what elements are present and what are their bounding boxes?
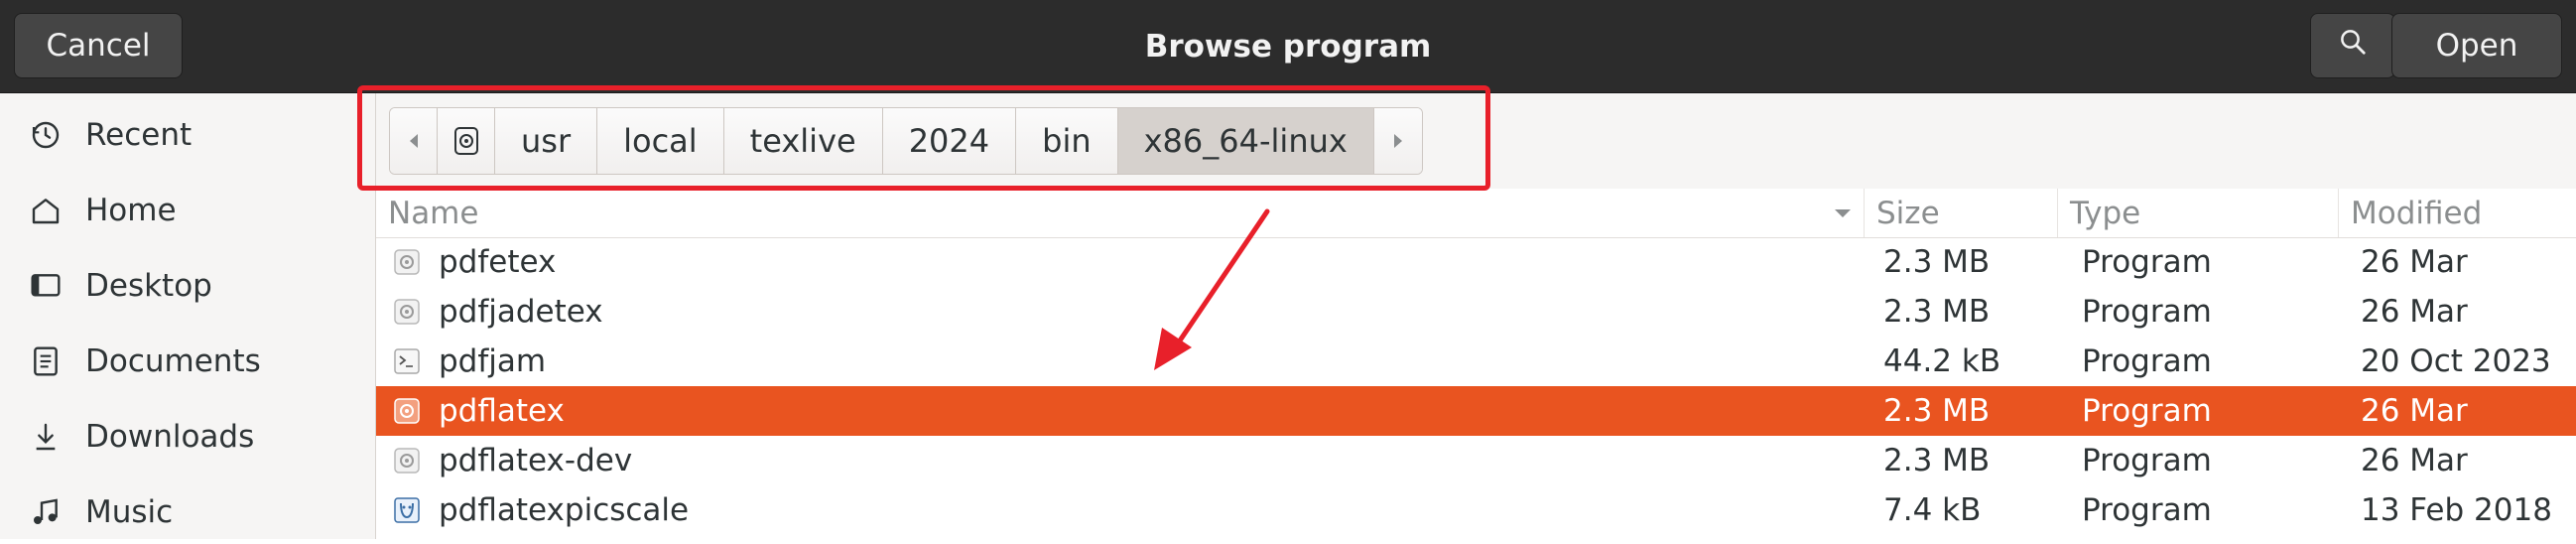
file-list: pdfetex 2.3 MB Program 26 Mar pdfjadetex 2.3 … [376, 237, 2576, 535]
file-name: pdflatexpicscale [439, 492, 690, 528]
path-scroll-right-button[interactable] [1373, 108, 1422, 174]
path-scroll-left-button[interactable] [390, 108, 438, 174]
sidebar-item-label: Recent [85, 117, 193, 153]
dialog-title: Browse program [1144, 28, 1432, 65]
path-segment-2024[interactable]: 2024 [882, 108, 1017, 174]
document-icon [26, 341, 65, 381]
search-icon [2338, 27, 2368, 65]
column-header-row: Name Size Type Modified [376, 189, 2576, 238]
table-row-selected[interactable]: pdflatex 2.3 MB Program 26 Mar [376, 386, 2576, 436]
executable-icon [393, 447, 421, 475]
file-type: Program [2082, 492, 2212, 528]
path-segment-usr[interactable]: usr [495, 108, 598, 174]
sidebar-item-label: Downloads [85, 419, 255, 455]
column-header-modified[interactable]: Modified [2339, 189, 2576, 237]
file-modified: 26 Mar [2361, 294, 2468, 330]
file-name: pdflatex [439, 393, 565, 429]
table-row[interactable]: pdfjam 44.2 kB Program 20 Oct 2023 [376, 337, 2576, 386]
file-size: 2.3 MB [1883, 393, 1991, 429]
file-size: 2.3 MB [1883, 294, 1991, 330]
chevron-left-icon [409, 134, 418, 148]
file-modified: 26 Mar [2361, 244, 2468, 280]
sidebar-item-desktop[interactable]: Desktop [0, 254, 375, 318]
file-type: Program [2082, 244, 2212, 280]
file-modified: 26 Mar [2361, 443, 2468, 478]
perl-script-icon [393, 496, 421, 524]
file-size: 2.3 MB [1883, 443, 1991, 478]
column-type-label: Type [2070, 195, 2141, 231]
sidebar-item-downloads[interactable]: Downloads [0, 405, 375, 469]
sidebar-item-music[interactable]: Music [0, 480, 375, 544]
column-header-name[interactable]: Name [376, 189, 1865, 237]
file-name: pdfetex [439, 244, 557, 280]
column-size-label: Size [1876, 195, 1940, 231]
file-modified: 13 Feb 2018 [2361, 492, 2552, 528]
file-type: Program [2082, 294, 2212, 330]
sidebar-item-documents[interactable]: Documents [0, 330, 375, 393]
sidebar-item-label: Home [85, 193, 177, 228]
clock-icon [26, 115, 65, 155]
path-bar: usr local texlive 2024 bin x86_64-linux [389, 107, 1423, 175]
table-row[interactable]: pdfjadetex 2.3 MB Program 26 Mar [376, 287, 2576, 337]
file-size: 44.2 kB [1883, 343, 2001, 379]
file-size: 2.3 MB [1883, 244, 1991, 280]
path-segment-current[interactable]: x86_64-linux [1117, 108, 1374, 174]
search-button[interactable] [2310, 13, 2395, 78]
sidebar-item-label: Documents [85, 343, 261, 379]
sidebar-item-home[interactable]: Home [0, 179, 375, 242]
file-type: Program [2082, 443, 2212, 478]
places-sidebar: Recent Home Desktop Documents Downloads Music [0, 93, 376, 539]
executable-icon [393, 397, 421, 425]
table-row[interactable]: pdflatex-dev 2.3 MB Program 26 Mar [376, 436, 2576, 485]
desktop-icon [26, 266, 65, 306]
path-segment-bin[interactable]: bin [1016, 108, 1118, 174]
open-button[interactable]: Open [2391, 13, 2562, 78]
path-root-button[interactable] [438, 108, 495, 174]
home-icon [26, 191, 65, 230]
column-name-label: Name [388, 195, 479, 231]
sidebar-item-label: Desktop [85, 268, 212, 304]
download-icon [26, 417, 65, 457]
sidebar-item-recent[interactable]: Recent [0, 103, 375, 167]
file-modified: 26 Mar [2361, 393, 2468, 429]
executable-icon [393, 248, 421, 276]
script-icon [393, 347, 421, 375]
sort-descending-icon [1835, 209, 1851, 217]
table-row[interactable]: pdflatexpicscale 7.4 kB Program 13 Feb 2018 [376, 485, 2576, 535]
path-segment-texlive[interactable]: texlive [723, 108, 883, 174]
sidebar-item-label: Music [85, 494, 174, 530]
header-bar: Cancel Browse program Open [0, 0, 2576, 93]
file-name: pdfjadetex [439, 294, 603, 330]
executable-icon [393, 298, 421, 326]
file-browser: usr local texlive 2024 bin x86_64-linux … [376, 93, 2576, 539]
cancel-button[interactable]: Cancel [14, 13, 183, 78]
file-type: Program [2082, 393, 2212, 429]
file-name: pdfjam [439, 343, 547, 379]
music-icon [26, 492, 65, 532]
path-segment-local[interactable]: local [597, 108, 724, 174]
column-modified-label: Modified [2351, 195, 2483, 231]
location-bar: usr local texlive 2024 bin x86_64-linux [376, 93, 2576, 189]
table-row[interactable]: pdfetex 2.3 MB Program 26 Mar [376, 237, 2576, 287]
column-header-size[interactable]: Size [1865, 189, 2058, 237]
column-header-type[interactable]: Type [2058, 189, 2339, 237]
file-size: 7.4 kB [1883, 492, 1982, 528]
drive-icon [453, 127, 478, 155]
chevron-right-icon [1393, 134, 1402, 148]
file-modified: 20 Oct 2023 [2361, 343, 2551, 379]
file-type: Program [2082, 343, 2212, 379]
file-name: pdflatex-dev [439, 443, 633, 478]
